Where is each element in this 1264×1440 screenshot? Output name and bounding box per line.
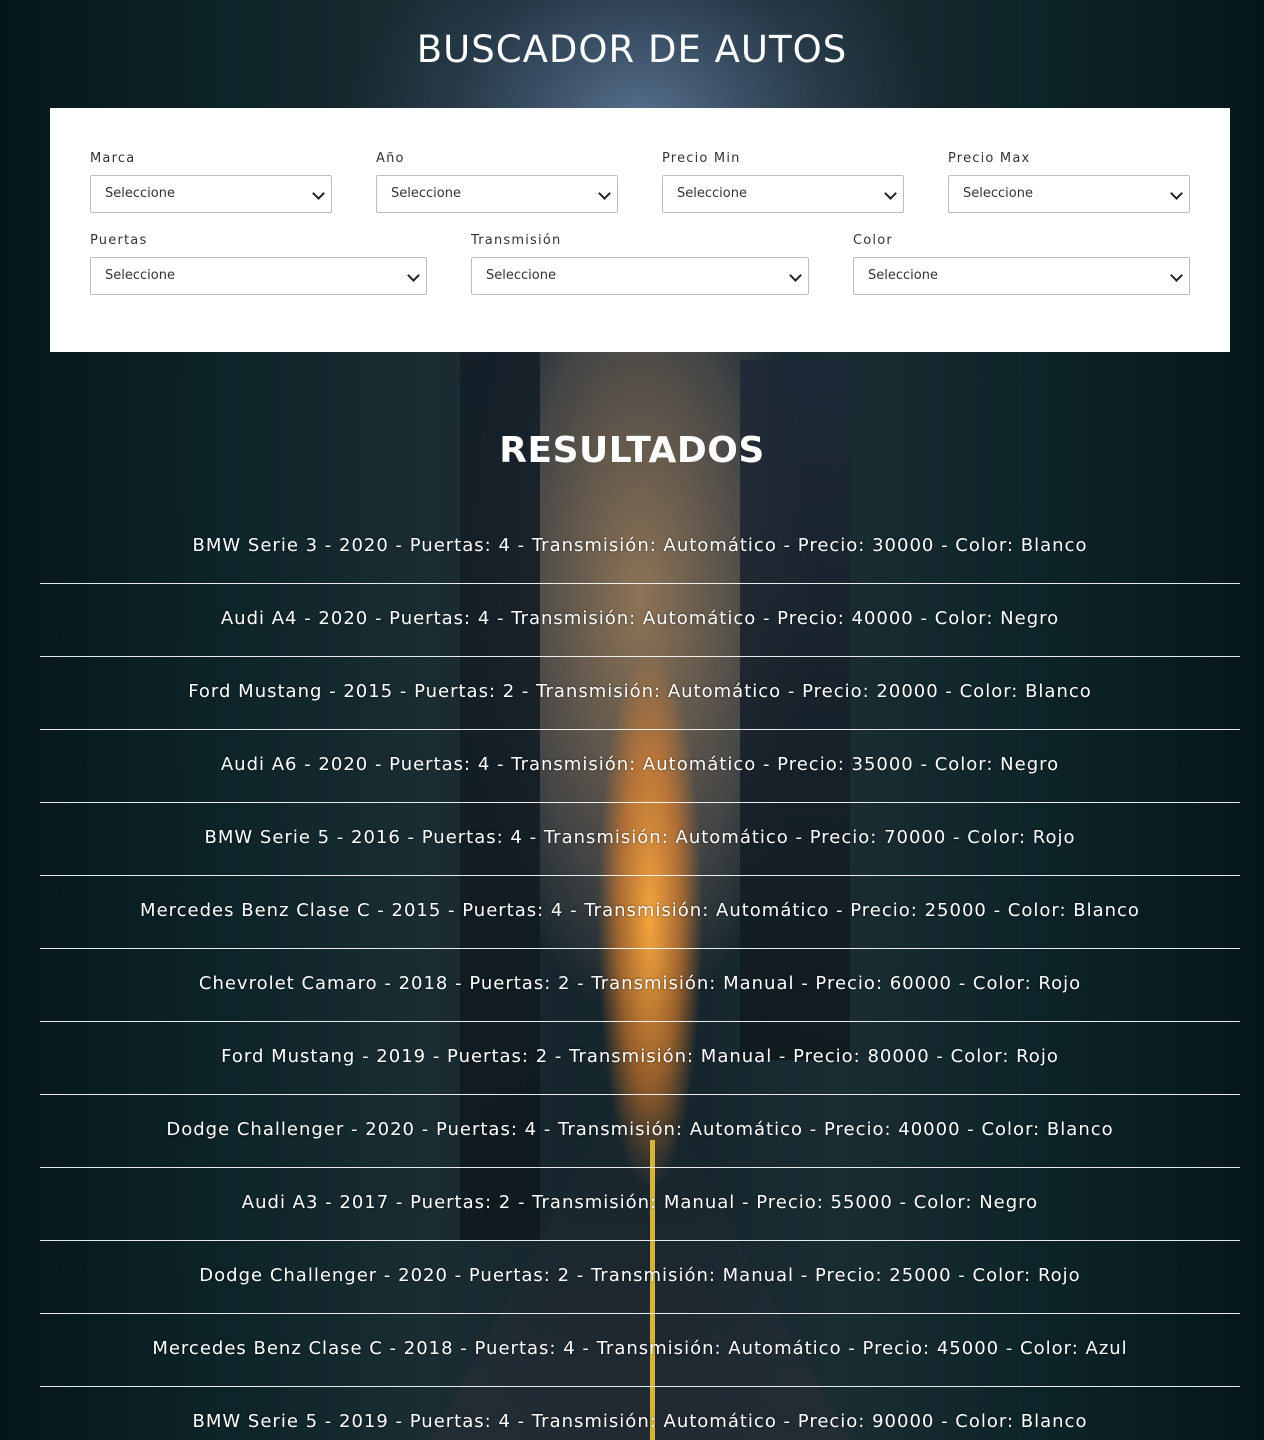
anio-label: Año: [376, 151, 405, 166]
result-item: Mercedes Benz Clase C - 2018 - Puertas: …: [40, 1314, 1240, 1387]
anio-select[interactable]: Seleccione: [376, 175, 618, 213]
precio-min-select-value: Seleccione: [677, 186, 747, 201]
field-color: Color Seleccione: [853, 233, 1190, 295]
transmision-select-value: Seleccione: [486, 268, 556, 283]
marca-select[interactable]: Seleccione: [90, 175, 332, 213]
field-precio-max: Precio Max Seleccione: [948, 151, 1190, 213]
precio-max-select[interactable]: Seleccione: [948, 175, 1190, 213]
color-select[interactable]: Seleccione: [853, 257, 1190, 295]
result-item: BMW Serie 5 - 2016 - Puertas: 4 - Transm…: [40, 803, 1240, 876]
marca-label: Marca: [90, 151, 136, 166]
chevron-down-icon: [407, 269, 420, 282]
precio-min-select[interactable]: Seleccione: [662, 175, 904, 213]
field-anio: Año Seleccione: [376, 151, 618, 213]
transmision-label: Transmisión: [471, 233, 562, 248]
chevron-down-icon: [1170, 269, 1183, 282]
chevron-down-icon: [789, 269, 802, 282]
result-item: Audi A6 - 2020 - Puertas: 4 - Transmisió…: [40, 730, 1240, 803]
results-title: RESULTADOS: [499, 430, 765, 471]
marca-select-value: Seleccione: [105, 186, 175, 201]
field-marca: Marca Seleccione: [90, 151, 332, 213]
color-label: Color: [853, 233, 893, 248]
precio-max-select-value: Seleccione: [963, 186, 1033, 201]
result-item: Dodge Challenger - 2020 - Puertas: 4 - T…: [40, 1095, 1240, 1168]
result-item: BMW Serie 3 - 2020 - Puertas: 4 - Transm…: [40, 511, 1240, 584]
puertas-select-value: Seleccione: [105, 268, 175, 283]
field-puertas: Puertas Seleccione: [90, 233, 427, 295]
chevron-down-icon: [1170, 187, 1183, 200]
result-item: Ford Mustang - 2019 - Puertas: 2 - Trans…: [40, 1022, 1240, 1095]
result-item: Audi A3 - 2017 - Puertas: 2 - Transmisió…: [40, 1168, 1240, 1241]
field-precio-min: Precio Min Seleccione: [662, 151, 904, 213]
result-item: Ford Mustang - 2015 - Puertas: 2 - Trans…: [40, 657, 1240, 730]
puertas-label: Puertas: [90, 233, 148, 248]
field-transmision: Transmisión Seleccione: [471, 233, 809, 295]
chevron-down-icon: [598, 187, 611, 200]
results-list: BMW Serie 3 - 2020 - Puertas: 4 - Transm…: [40, 511, 1240, 1440]
result-item: Audi A4 - 2020 - Puertas: 4 - Transmisió…: [40, 584, 1240, 657]
transmision-select[interactable]: Seleccione: [471, 257, 809, 295]
search-form: Marca Seleccione Año Seleccione Precio M…: [50, 108, 1230, 352]
chevron-down-icon: [312, 187, 325, 200]
precio-max-label: Precio Max: [948, 151, 1031, 166]
precio-min-label: Precio Min: [662, 151, 741, 166]
result-item: Mercedes Benz Clase C - 2015 - Puertas: …: [40, 876, 1240, 949]
result-item: BMW Serie 5 - 2019 - Puertas: 4 - Transm…: [192, 1411, 1088, 1432]
chevron-down-icon: [884, 187, 897, 200]
result-item: Dodge Challenger - 2020 - Puertas: 2 - T…: [40, 1241, 1240, 1314]
page-title: BUSCADOR DE AUTOS: [416, 28, 848, 71]
anio-select-value: Seleccione: [391, 186, 461, 201]
color-select-value: Seleccione: [868, 268, 938, 283]
result-item: Chevrolet Camaro - 2018 - Puertas: 2 - T…: [40, 949, 1240, 1022]
puertas-select[interactable]: Seleccione: [90, 257, 427, 295]
